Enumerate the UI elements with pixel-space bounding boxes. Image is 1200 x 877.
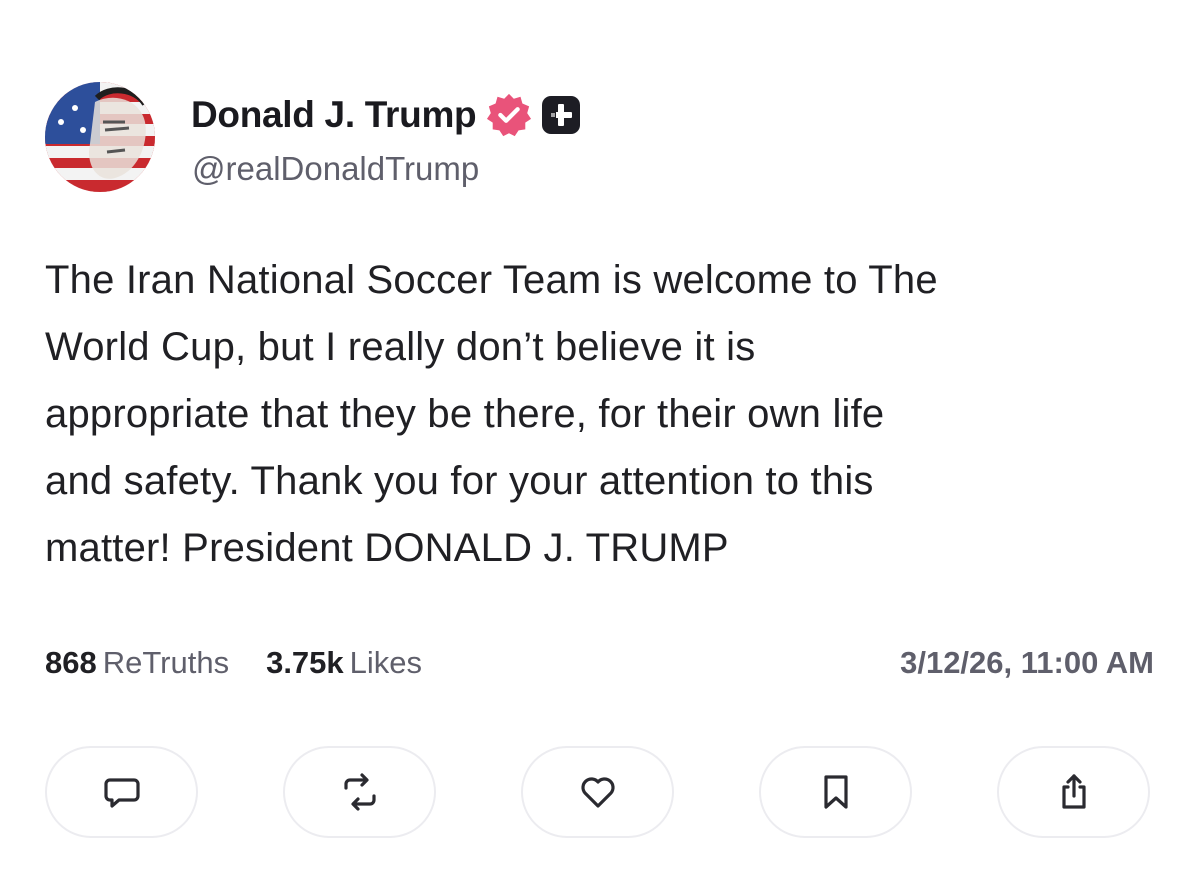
likes-stat[interactable]: 3.75k Likes — [266, 645, 422, 681]
display-name[interactable]: Donald J. Trump — [191, 94, 477, 136]
likes-count: 3.75k — [266, 645, 344, 680]
post-text: The Iran National Soccer Team is welcome… — [45, 258, 938, 570]
post-timestamp: 3/12/26, 11:00 AM — [900, 645, 1154, 680]
reply-button[interactable] — [45, 746, 198, 838]
retruth-icon — [343, 773, 376, 811]
action-bar — [45, 746, 1150, 838]
retruth-button[interactable] — [283, 746, 436, 838]
bookmark-icon — [823, 775, 848, 809]
bookmark-button[interactable] — [759, 746, 912, 838]
avatar[interactable] — [45, 82, 155, 192]
likes-label: Likes — [349, 645, 423, 680]
verified-badge-icon — [487, 93, 532, 137]
retruths-label: ReTruths — [102, 645, 230, 680]
like-button[interactable] — [521, 746, 674, 838]
retruths-count: 868 — [45, 645, 97, 680]
reply-icon — [103, 778, 140, 808]
post-stats: 868 ReTruths 3.75k Likes — [45, 645, 422, 681]
like-heart-icon — [580, 777, 615, 808]
name-row: Donald J. Trump — [191, 92, 581, 138]
avatar-image — [45, 82, 155, 192]
plus-badge-icon — [542, 96, 581, 134]
share-button[interactable] — [997, 746, 1150, 838]
retruths-stat[interactable]: 868 ReTruths — [45, 645, 229, 681]
user-handle[interactable]: @realDonaldTrump — [192, 150, 479, 188]
share-icon — [1061, 774, 1086, 809]
